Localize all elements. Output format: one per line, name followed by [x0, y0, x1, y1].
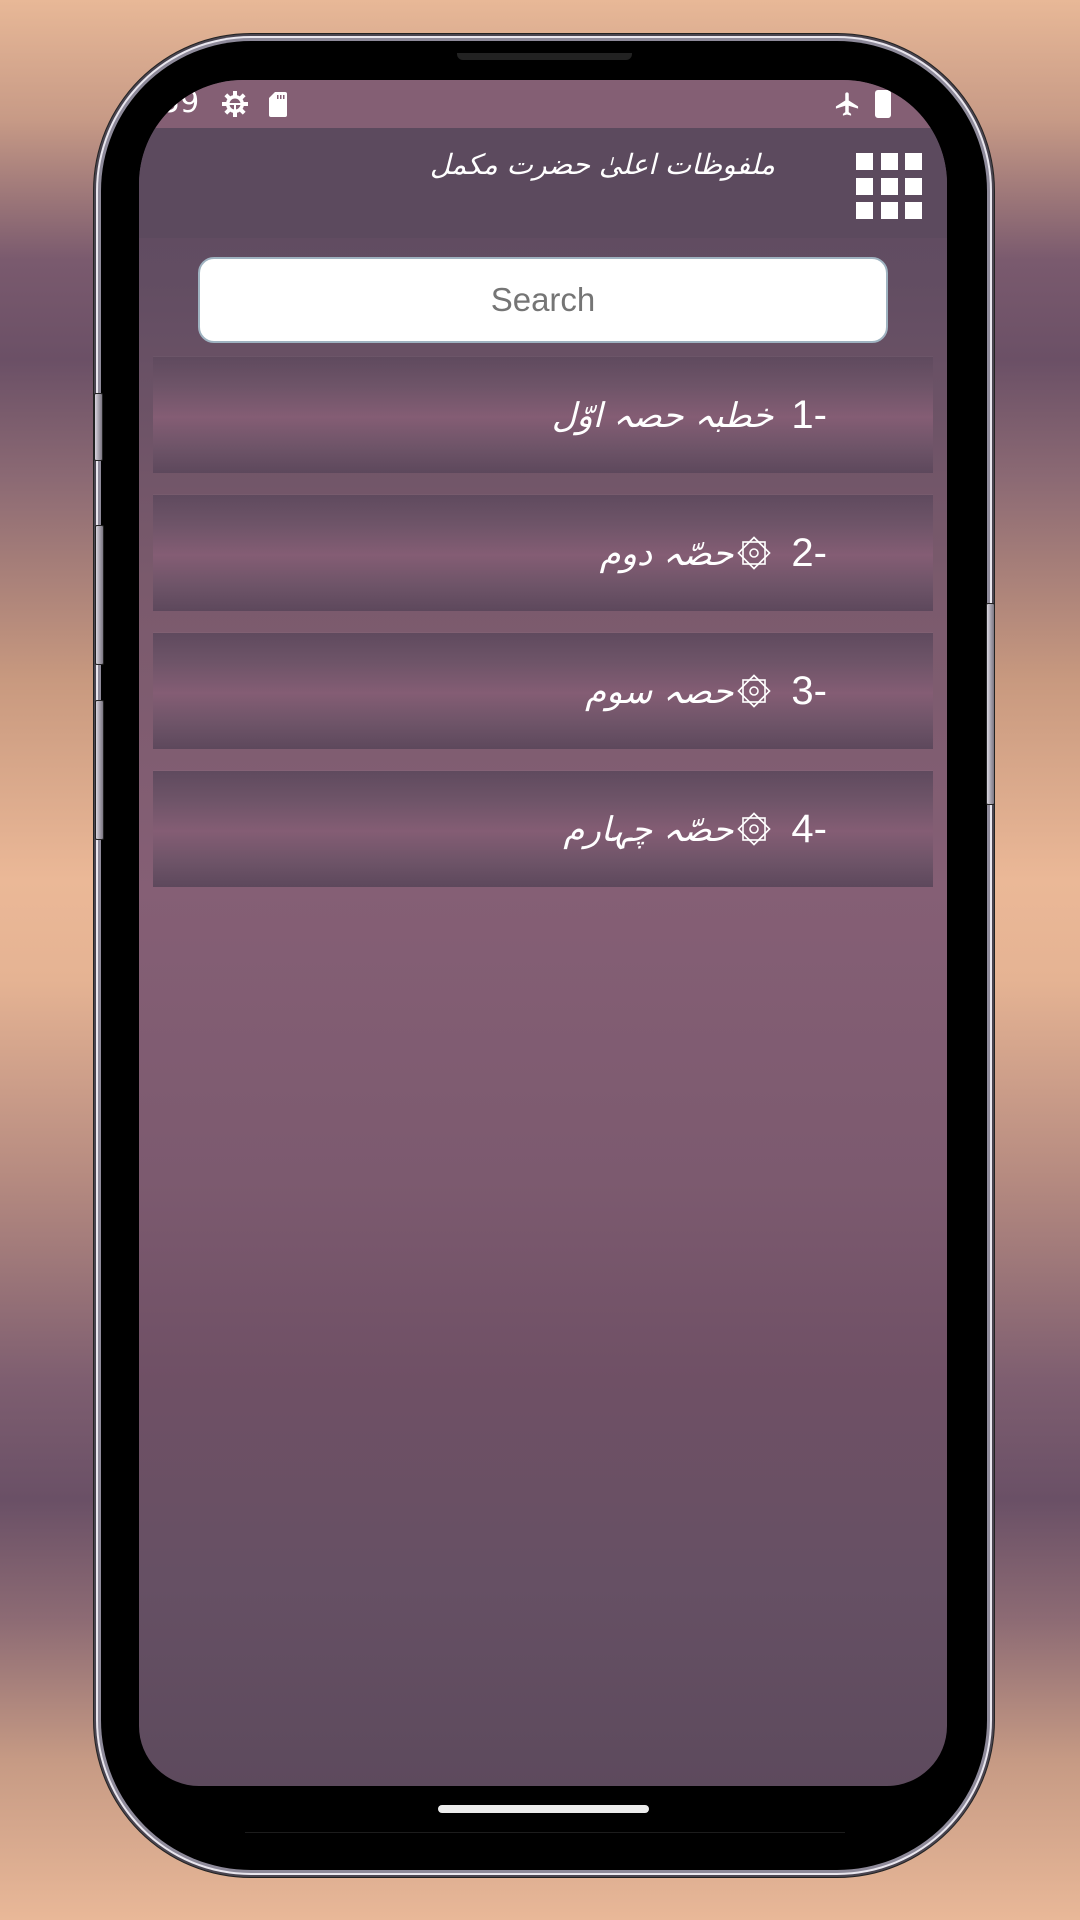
volume-down-button [95, 700, 104, 840]
grid-menu-icon [856, 153, 873, 170]
search-input[interactable] [198, 257, 888, 343]
grid-menu-button[interactable] [856, 153, 922, 219]
list-item[interactable]: 3- حصہ سوم [153, 633, 933, 749]
star-ornament-icon [737, 674, 772, 708]
item-label: حصّہ چہارم [563, 809, 734, 850]
item-number: 1- [791, 392, 827, 437]
item-label: خطبہ حصہ اوّل [551, 395, 774, 436]
volume-list: 1- خطبہ حصہ اوّل 2- حصّہ دوم 3- حصہ سوم … [153, 357, 933, 909]
sd-card-icon [269, 92, 287, 117]
app-bar: ملفوظات اعلیٰ حضرت مکمل [139, 128, 947, 238]
battery-icon [875, 90, 891, 118]
status-bar: 59 [139, 80, 947, 128]
list-item[interactable]: 1- خطبہ حصہ اوّل [153, 357, 933, 473]
star-ornament-icon [737, 536, 772, 570]
status-time: 59 [161, 85, 200, 120]
screen: 59 ملفوظات اعلیٰ حضرت مکمل Search 1- خطب… [139, 80, 947, 1786]
power-button [986, 603, 995, 805]
item-number: 3- [791, 668, 827, 713]
list-item[interactable]: 4- حصّہ چہارم [153, 771, 933, 887]
star-ornament-icon [737, 812, 772, 846]
list-item[interactable]: 2- حصّہ دوم [153, 495, 933, 611]
action-button [94, 393, 103, 461]
app-title: ملفوظات اعلیٰ حضرت مکمل [429, 148, 775, 181]
volume-up-button [95, 525, 104, 665]
item-number: 2- [791, 530, 827, 575]
airplane-mode-icon [835, 92, 859, 116]
item-number: 4- [791, 806, 827, 851]
home-indicator[interactable] [438, 1805, 649, 1813]
item-label: حصّہ دوم [599, 533, 734, 574]
speaker-notch [457, 53, 632, 60]
bezel-line [245, 1832, 845, 1833]
item-label: حصہ سوم [585, 671, 734, 712]
settings-gear-icon [222, 91, 248, 117]
